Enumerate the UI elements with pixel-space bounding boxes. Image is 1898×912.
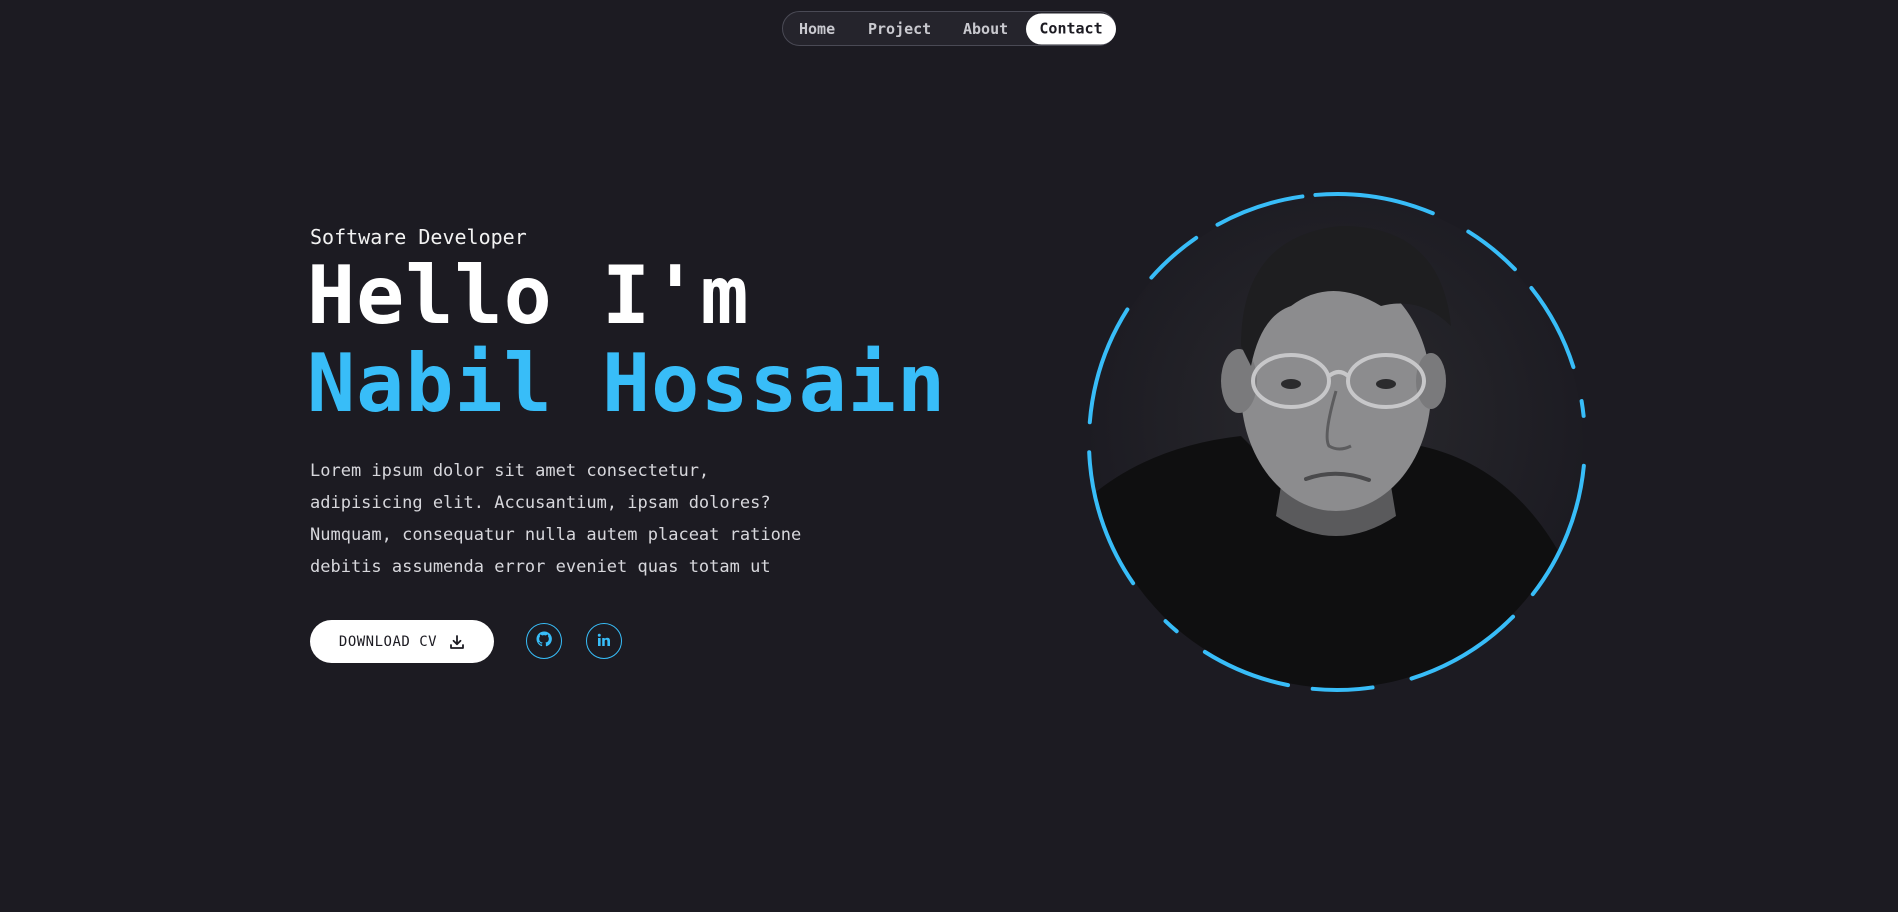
linkedin-icon — [597, 632, 611, 651]
download-cv-label: DOWNLOAD CV — [338, 633, 438, 650]
hero-greeting: Hello I'm — [307, 249, 750, 342]
portrait-container — [1083, 188, 1591, 696]
nav-item-home[interactable]: Home — [799, 20, 835, 38]
linkedin-link[interactable] — [586, 623, 622, 659]
decorative-dashed-ring — [1087, 192, 1587, 692]
hero-headline: Hello I'm Nabil Hossain — [307, 252, 946, 428]
nav-item-about[interactable]: About — [963, 20, 1008, 38]
top-nav: Home Project About Contact — [782, 11, 1116, 46]
download-icon — [449, 634, 465, 650]
hero-description: Lorem ipsum dolor sit amet consectetur, … — [310, 461, 802, 577]
hero-subtitle: Software Developer — [310, 225, 527, 249]
github-icon — [536, 631, 552, 651]
nav-item-project[interactable]: Project — [868, 20, 931, 38]
github-link[interactable] — [526, 623, 562, 659]
nav-item-contact[interactable]: Contact — [1026, 13, 1116, 44]
hero-name: Nabil Hossain — [307, 337, 947, 430]
download-cv-button[interactable]: DOWNLOAD CV — [310, 620, 494, 663]
portfolio-page: Home Project About Contact Software Deve… — [0, 0, 1898, 912]
